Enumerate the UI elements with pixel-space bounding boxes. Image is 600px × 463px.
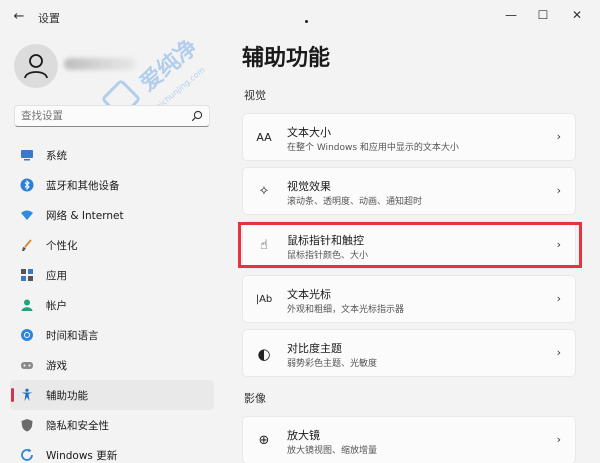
sidebar-item-label: 隐私和安全性 [46, 419, 109, 432]
bluetooth-icon [20, 178, 34, 192]
sidebar-item-accessibility[interactable]: 辅助功能 [10, 380, 214, 410]
sidebar-item-label: 辅助功能 [46, 389, 88, 402]
card-text-cursor[interactable]: |Ab 文本光标 外观和粗细，文本光标指示器 › [242, 275, 576, 323]
sidebar-item-windows-update[interactable]: Windows 更新 [10, 440, 214, 463]
gamepad-icon [20, 358, 34, 372]
search-input[interactable] [21, 110, 181, 122]
chevron-right-icon: › [556, 346, 561, 359]
card-title: 放大镜 [287, 429, 320, 442]
sidebar-item-time-language[interactable]: 时间和语言 [10, 320, 214, 350]
search-icon[interactable] [191, 110, 203, 122]
shield-icon [20, 418, 34, 432]
accessibility-icon [20, 388, 34, 402]
chevron-right-icon: › [556, 433, 561, 446]
avatar[interactable] [14, 44, 58, 88]
minimize-button[interactable]: — [496, 4, 526, 26]
sidebar-nav: 系统 蓝牙和其他设备 网络 & Internet 个性化 应用 帐户 时间和语言… [10, 140, 214, 463]
title-bar-dot [305, 20, 308, 23]
card-title: 对比度主题 [287, 342, 342, 355]
watermark-text: 爱纯净 [135, 34, 202, 96]
update-icon [20, 448, 34, 462]
sidebar-item-apps[interactable]: 应用 [10, 260, 214, 290]
sidebar-item-label: 系统 [46, 149, 67, 162]
chevron-right-icon: › [556, 292, 561, 305]
card-title: 文本光标 [287, 288, 331, 301]
card-subtitle: 外观和粗细，文本光标指示器 [287, 305, 405, 315]
chevron-right-icon: › [556, 184, 561, 197]
user-name-blurred [64, 58, 136, 70]
sidebar-item-label: 游戏 [46, 359, 67, 372]
window-title: 设置 [38, 12, 60, 25]
sidebar-item-label: 帐户 [46, 299, 67, 312]
card-magnifier[interactable]: ⊕ 放大镜 放大镜视图、缩放增量 › [242, 416, 576, 463]
text-cursor-icon: |Ab [255, 294, 273, 305]
sidebar-item-label: Windows 更新 [46, 449, 118, 462]
card-subtitle: 弱势彩色主题、光敏度 [287, 359, 378, 369]
search-box[interactable] [14, 105, 210, 127]
sidebar-item-label: 个性化 [46, 239, 78, 252]
sidebar-item-gaming[interactable]: 游戏 [10, 350, 214, 380]
card-contrast-themes[interactable]: ◐ 对比度主题 弱势彩色主题、光敏度 › [242, 329, 576, 377]
title-bar: ← 设置 — ☐ ✕ [0, 0, 600, 34]
sidebar-item-personalization[interactable]: 个性化 [10, 230, 214, 260]
active-indicator [11, 388, 14, 402]
close-button[interactable]: ✕ [562, 4, 592, 26]
maximize-button[interactable]: ☐ [528, 4, 558, 26]
sparkle-icon: ✧ [258, 184, 270, 199]
sidebar-item-network[interactable]: 网络 & Internet [10, 200, 214, 230]
globe-clock-icon [20, 328, 34, 342]
sidebar-item-system[interactable]: 系统 [10, 140, 214, 170]
section-title-vision: 视觉 [244, 89, 266, 102]
highlight-box [238, 222, 582, 268]
card-visual-effects[interactable]: ✧ 视觉效果 滚动条、透明度、动画、通知超时 › [242, 167, 576, 215]
person-icon [20, 298, 34, 312]
brush-icon [20, 238, 34, 252]
card-title: 文本大小 [287, 126, 331, 139]
sidebar-item-label: 应用 [46, 269, 67, 282]
magnifier-icon: ⊕ [258, 433, 270, 448]
apps-icon [20, 268, 34, 282]
sidebar-item-label: 蓝牙和其他设备 [46, 179, 120, 192]
sidebar-item-accounts[interactable]: 帐户 [10, 290, 214, 320]
page-title: 辅助功能 [242, 46, 331, 71]
wifi-icon [20, 208, 34, 222]
monitor-icon [20, 148, 34, 162]
text-size-icon: AA [256, 131, 272, 144]
card-title: 视觉效果 [287, 180, 331, 193]
card-subtitle: 放大镜视图、缩放增量 [287, 446, 378, 456]
section-title-hearing: 影像 [244, 392, 266, 405]
sidebar-item-privacy[interactable]: 隐私和安全性 [10, 410, 214, 440]
sidebar-item-label: 时间和语言 [46, 329, 99, 342]
chevron-right-icon: › [556, 130, 561, 143]
card-subtitle: 滚动条、透明度、动画、通知超时 [287, 197, 423, 207]
card-subtitle: 在整个 Windows 和应用中显示的文本大小 [287, 143, 459, 153]
back-button[interactable]: ← [8, 6, 30, 28]
sidebar-item-bluetooth[interactable]: 蓝牙和其他设备 [10, 170, 214, 200]
contrast-icon: ◐ [257, 345, 271, 363]
card-text-size[interactable]: AA 文本大小 在整个 Windows 和应用中显示的文本大小 › [242, 113, 576, 161]
person-icon [24, 54, 48, 79]
sidebar-item-label: 网络 & Internet [46, 209, 124, 222]
